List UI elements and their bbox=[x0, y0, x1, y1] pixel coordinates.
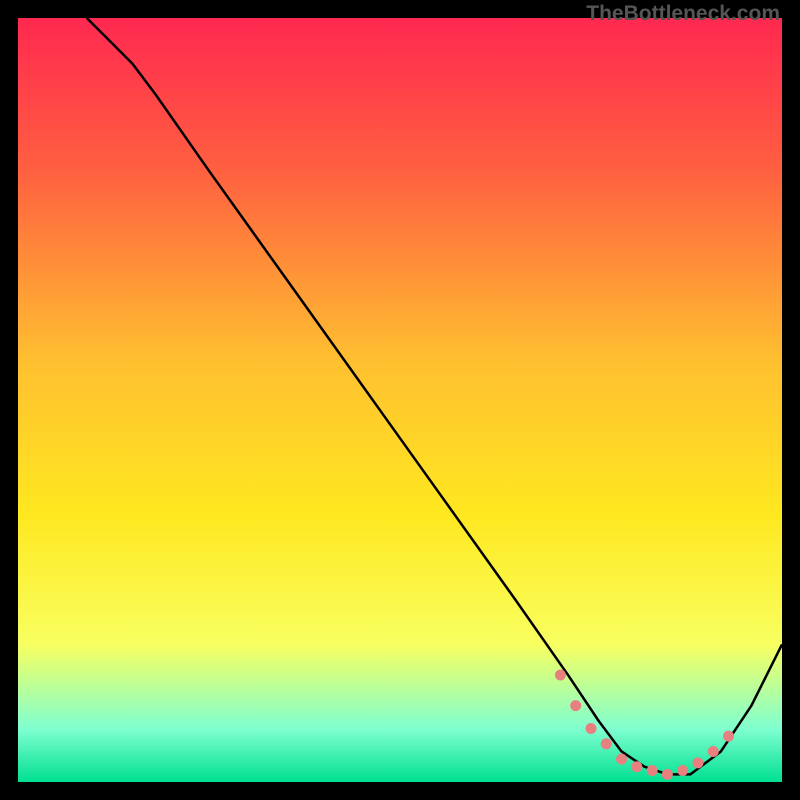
highlight-point bbox=[662, 769, 673, 780]
highlight-point bbox=[570, 700, 581, 711]
chart-container: TheBottleneck.com bbox=[0, 0, 800, 800]
highlight-point bbox=[723, 731, 734, 742]
highlight-point bbox=[601, 738, 612, 749]
highlight-point bbox=[616, 754, 627, 765]
watermark-text: TheBottleneck.com bbox=[586, 2, 780, 26]
highlight-point bbox=[647, 765, 658, 776]
highlight-point bbox=[692, 757, 703, 768]
plot-area bbox=[18, 18, 782, 782]
highlight-point bbox=[708, 746, 719, 757]
gradient-background bbox=[18, 18, 782, 782]
highlight-point bbox=[631, 761, 642, 772]
highlight-point bbox=[677, 765, 688, 776]
highlight-point bbox=[586, 723, 597, 734]
chart-svg bbox=[18, 18, 782, 782]
highlight-point bbox=[555, 670, 566, 681]
